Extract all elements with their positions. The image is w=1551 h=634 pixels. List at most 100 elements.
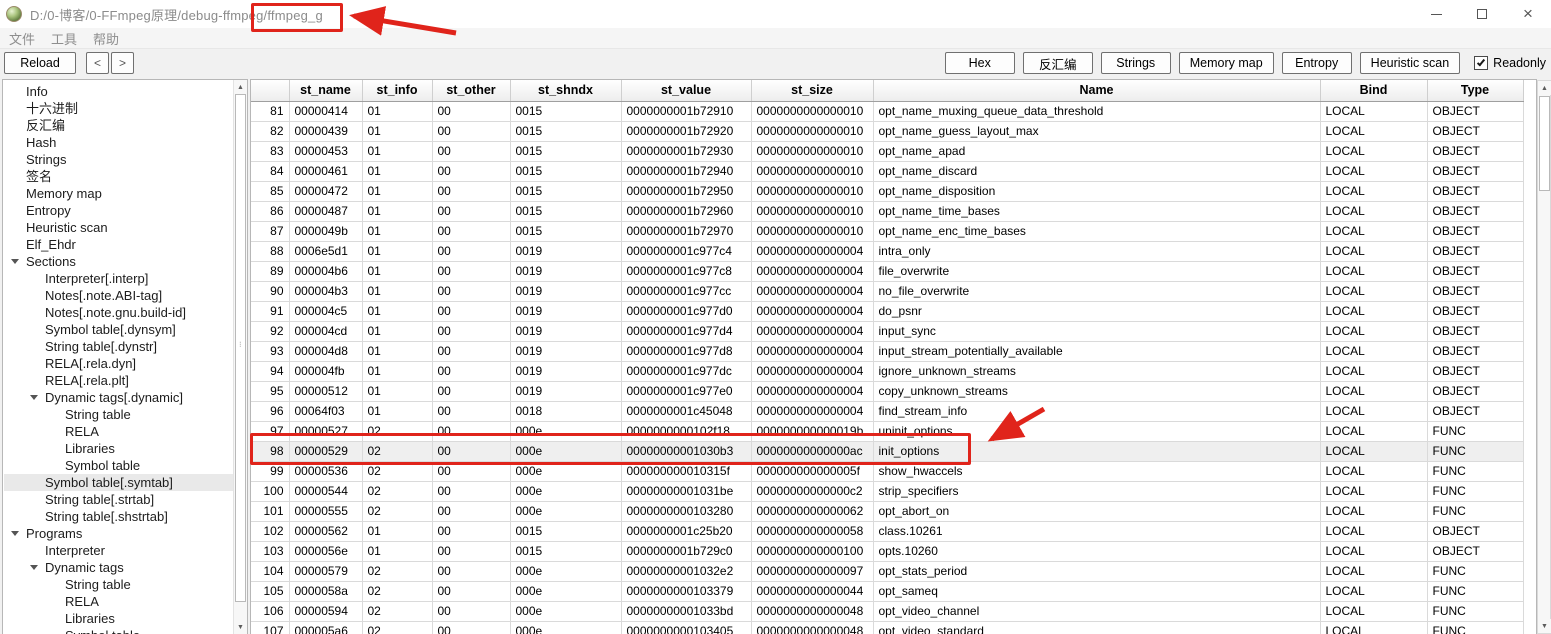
sidebar-item-symbol-table-dynsym[interactable]: Symbol table[.dynsym] — [4, 321, 233, 338]
sidebar-item-programs[interactable]: Programs — [4, 525, 233, 542]
sidebar-item-elf-ehdr[interactable]: Elf_Ehdr — [4, 236, 233, 253]
column-header-st_name[interactable]: st_name — [289, 80, 363, 102]
chevron-down-icon[interactable] — [11, 531, 19, 536]
table-scrollbar-thumb[interactable] — [1539, 96, 1550, 191]
table-row[interactable]: 95 00000512 01 00 0019 0000000001c977e0 000000… — [251, 381, 1524, 402]
toolbar-button-反汇编[interactable]: 反汇编 — [1022, 52, 1093, 74]
arrow-down-icon[interactable]: ▼ — [234, 620, 247, 634]
column-header-Type[interactable]: Type — [1427, 80, 1524, 102]
table-row[interactable]: 107 000005a6 02 00 000e 0000000000103405 00000… — [251, 621, 1524, 634]
sidebar-item-libraries[interactable]: Libraries — [4, 440, 233, 457]
sidebar-item-rela[interactable]: RELA — [4, 423, 233, 440]
sidebar-item-rela-rela-plt[interactable]: RELA[.rela.plt] — [4, 372, 233, 389]
sidebar-item-rela[interactable]: RELA — [4, 593, 233, 610]
cell-type: FUNC — [1427, 441, 1524, 462]
sidebar-item-symbol-table[interactable]: Symbol table — [4, 627, 233, 634]
table-row[interactable]: 89 000004b6 01 00 0019 0000000001c977c8 000000… — [251, 261, 1524, 282]
sidebar-item-[interactable]: 十六进制 — [4, 100, 233, 117]
sidebar-item-string-table-shstrtab[interactable]: String table[.shstrtab] — [4, 508, 233, 525]
readonly-toggle[interactable]: Readonly — [1474, 56, 1546, 70]
toolbar-button-hex[interactable]: Hex — [944, 52, 1015, 74]
sidebar-item-notes-note-abi-tag[interactable]: Notes[.note.ABI-tag] — [4, 287, 233, 304]
sidebar-item-symbol-table[interactable]: Symbol table — [4, 457, 233, 474]
arrow-up-icon[interactable]: ▲ — [1538, 81, 1551, 95]
column-header-st_other[interactable]: st_other — [432, 80, 511, 102]
reload-button[interactable]: Reload — [4, 52, 76, 74]
column-header-st_value[interactable]: st_value — [621, 80, 752, 102]
column-header-rownum[interactable] — [251, 80, 290, 102]
table-row[interactable]: 102 00000562 01 00 0015 0000000001c25b20 00000… — [251, 521, 1524, 542]
sidebar-item-strings[interactable]: Strings — [4, 151, 233, 168]
table-row[interactable]: 100 00000544 02 00 000e 00000000001031be 00000… — [251, 481, 1524, 502]
table-row[interactable]: 94 000004fb 01 00 0019 0000000001c977dc 000000… — [251, 361, 1524, 382]
table-row[interactable]: 91 000004c5 01 00 0019 0000000001c977d0 000000… — [251, 301, 1524, 322]
table-row[interactable]: 85 00000472 01 00 0015 0000000001b72950 000000… — [251, 181, 1524, 202]
column-header-Bind[interactable]: Bind — [1320, 80, 1428, 102]
toolbar-button-strings[interactable]: Strings — [1100, 52, 1171, 74]
sidebar-item-memory-map[interactable]: Memory map — [4, 185, 233, 202]
sidebar-item-entropy[interactable]: Entropy — [4, 202, 233, 219]
menu-item-0[interactable]: 文件 — [9, 29, 35, 48]
sidebar-item-label: Interpreter — [45, 543, 105, 558]
toolbar-button-heuristic-scan[interactable]: Heuristic scan — [1359, 52, 1461, 74]
sidebar-item-string-table[interactable]: String table — [4, 406, 233, 423]
minimize-button[interactable] — [1413, 0, 1459, 28]
table-row[interactable]: 105 0000058a 02 00 000e 0000000000103379 00000… — [251, 581, 1524, 602]
sidebar-item-notes-note-gnu-build-id[interactable]: Notes[.note.gnu.build-id] — [4, 304, 233, 321]
sidebar-item-string-table-strtab[interactable]: String table[.strtab] — [4, 491, 233, 508]
table-row[interactable]: 101 00000555 02 00 000e 0000000000103280 00000… — [251, 501, 1524, 522]
readonly-checkbox[interactable] — [1474, 56, 1489, 70]
sidebar-item-symbol-table-symtab[interactable]: Symbol table[.symtab] — [4, 474, 233, 491]
column-header-st_info[interactable]: st_info — [362, 80, 433, 102]
sidebar-item-heuristic-scan[interactable]: Heuristic scan — [4, 219, 233, 236]
table-row[interactable]: 92 000004cd 01 00 0019 0000000001c977d4 000000… — [251, 321, 1524, 342]
table-row[interactable]: 87 0000049b 01 00 0015 0000000001b72970 000000… — [251, 221, 1524, 242]
cell-st_size: 0000000000000062 — [751, 501, 874, 522]
column-header-st_shndx[interactable]: st_shndx — [510, 80, 622, 102]
close-button[interactable]: × — [1505, 0, 1551, 28]
sidebar-item-hash[interactable]: Hash — [4, 134, 233, 151]
table-row[interactable]: 96 00064f03 01 00 0018 0000000001c45048 000000… — [251, 401, 1524, 422]
chevron-down-icon[interactable] — [11, 259, 19, 264]
sidebar-item-dynamic-tags[interactable]: Dynamic tags — [4, 559, 233, 576]
sidebar-item-[interactable]: 反汇编 — [4, 117, 233, 134]
table-row[interactable]: 106 00000594 02 00 000e 00000000001033bd 00000… — [251, 601, 1524, 622]
sidebar-scrollbar-thumb[interactable]: ⁝ — [235, 94, 246, 602]
sidebar-item-string-table[interactable]: String table — [4, 576, 233, 593]
toolbar-button-memory-map[interactable]: Memory map — [1178, 52, 1274, 74]
table-row[interactable]: 82 00000439 01 00 0015 0000000001b72920 000000… — [251, 121, 1524, 142]
table-row[interactable]: 90 000004b3 01 00 0019 0000000001c977cc 000000… — [251, 281, 1524, 302]
sidebar-item-string-table-dynstr[interactable]: String table[.dynstr] — [4, 338, 233, 355]
menu-item-1[interactable]: 工具 — [51, 29, 77, 48]
table-row[interactable]: 84 00000461 01 00 0015 0000000001b72940 000000… — [251, 161, 1524, 182]
menu-item-2[interactable]: 帮助 — [93, 29, 119, 48]
arrow-down-icon[interactable]: ▼ — [1538, 619, 1551, 633]
sidebar-item-info[interactable]: Info — [4, 83, 233, 100]
cell-st_name: 00000472 — [289, 181, 363, 202]
sidebar-item-interpreter-interp[interactable]: Interpreter[.interp] — [4, 270, 233, 287]
table-row[interactable]: 104 00000579 02 00 000e 00000000001032e2 00000… — [251, 561, 1524, 582]
table-row[interactable]: 93 000004d8 01 00 0019 0000000001c977d8 000000… — [251, 341, 1524, 362]
forward-button[interactable]: > — [111, 52, 134, 74]
chevron-down-icon[interactable] — [30, 395, 38, 400]
sidebar-item-[interactable]: 签名 — [4, 168, 233, 185]
table-row[interactable]: 83 00000453 01 00 0015 0000000001b72930 000000… — [251, 141, 1524, 162]
table-row[interactable]: 81 00000414 01 00 0015 0000000001b72910 000000… — [251, 101, 1524, 122]
sidebar-item-sections[interactable]: Sections — [4, 253, 233, 270]
column-header-Name[interactable]: Name — [873, 80, 1321, 102]
back-button[interactable]: < — [86, 52, 109, 74]
sidebar-item-rela-rela-dyn[interactable]: RELA[.rela.dyn] — [4, 355, 233, 372]
cell-st_name: 00000461 — [289, 161, 363, 182]
sidebar-item-dynamic-tags-dynamic[interactable]: Dynamic tags[.dynamic] — [4, 389, 233, 406]
table-row[interactable]: 88 0006e5d1 01 00 0019 0000000001c977c4 000000… — [251, 241, 1524, 262]
sidebar-item-libraries[interactable]: Libraries — [4, 610, 233, 627]
table-row[interactable]: 103 0000056e 01 00 0015 0000000001b729c0 00000… — [251, 541, 1524, 562]
chevron-down-icon[interactable] — [30, 565, 38, 570]
table-row[interactable]: 86 00000487 01 00 0015 0000000001b72960 000000… — [251, 201, 1524, 222]
arrow-up-icon[interactable]: ▲ — [234, 80, 247, 94]
column-header-st_size[interactable]: st_size — [751, 80, 874, 102]
sidebar-item-interpreter[interactable]: Interpreter — [4, 542, 233, 559]
cell-bind: LOCAL — [1320, 221, 1428, 242]
toolbar-button-entropy[interactable]: Entropy — [1281, 52, 1352, 74]
maximize-button[interactable] — [1459, 0, 1505, 28]
